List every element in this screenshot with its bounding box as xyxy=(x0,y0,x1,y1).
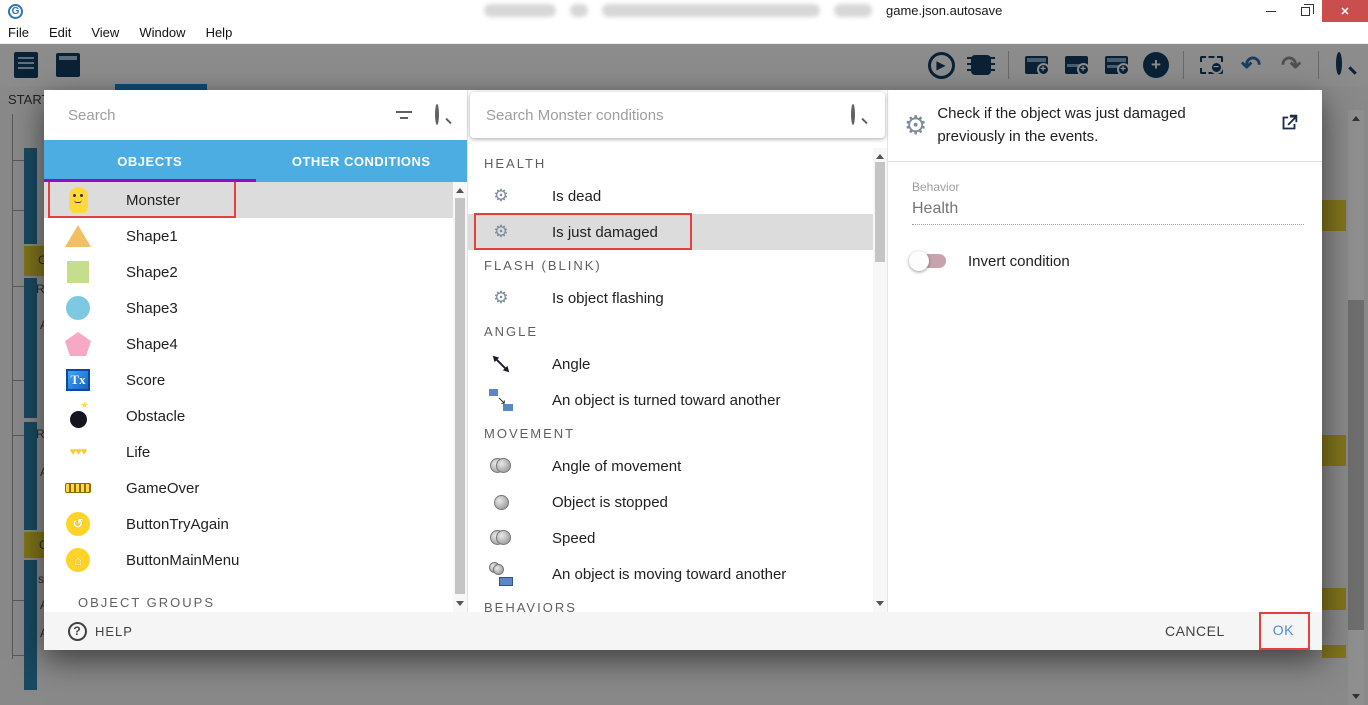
section-header-flash: FLASH (BLINK) xyxy=(484,257,602,273)
section-header-behaviors: BEHAVIORS xyxy=(484,599,577,613)
section-header-health: HEALTH xyxy=(484,155,547,171)
invert-condition-toggle[interactable] xyxy=(909,251,946,271)
list-item-buttontryagain[interactable]: ButtonTryAgain xyxy=(44,506,467,542)
list-item-shape1[interactable]: Shape1 xyxy=(44,218,467,254)
list-item-shape2[interactable]: Shape2 xyxy=(44,254,467,290)
condition-angle-of-movement[interactable]: Angle of movement xyxy=(468,448,887,484)
search-icon[interactable] xyxy=(435,104,453,125)
condition-angle[interactable]: Angle xyxy=(468,346,887,382)
gear-icon xyxy=(486,288,516,308)
redacted-path-blob xyxy=(834,4,872,17)
list-item-shape3[interactable]: Shape3 xyxy=(44,290,467,326)
question-mark-icon: ? xyxy=(68,621,87,641)
double-circles-icon xyxy=(486,530,516,546)
behavior-field-label: Behavior xyxy=(912,179,960,194)
square-sprite-icon xyxy=(64,258,92,286)
gear-icon xyxy=(486,222,516,242)
close-button[interactable]: ✕ xyxy=(1322,0,1368,22)
object-groups-header: OBJECT GROUPS xyxy=(78,595,216,610)
section-header-angle: ANGLE xyxy=(484,323,539,339)
objects-search-input[interactable] xyxy=(68,106,395,124)
monster-sprite-icon xyxy=(64,186,92,214)
menu-bar: File Edit View Window Help xyxy=(0,22,1368,44)
objects-scrollbar[interactable] xyxy=(453,182,467,612)
redacted-path-blob xyxy=(602,4,820,17)
conditions-scrollbar[interactable] xyxy=(873,148,887,612)
circle-toward-square-icon xyxy=(486,562,516,586)
list-item-gameover[interactable]: GameOver xyxy=(44,470,467,506)
search-icon[interactable] xyxy=(851,104,869,125)
triangle-sprite-icon xyxy=(64,222,92,250)
title-bar: G game.json.autosave ✕ xyxy=(0,0,1368,22)
menu-help[interactable]: Help xyxy=(196,25,243,40)
circle-sprite-icon xyxy=(64,294,92,322)
dialog-footer: ? HELP CANCEL OK xyxy=(44,612,1322,650)
home-button-icon xyxy=(64,546,92,574)
window-title: game.json.autosave xyxy=(484,3,1002,18)
section-header-movement: MOVEMENT xyxy=(484,425,576,441)
conditions-search-input[interactable] xyxy=(486,106,851,124)
list-item-monster[interactable]: Monster xyxy=(44,182,467,218)
list-item-life[interactable]: Life xyxy=(44,434,467,470)
conditions-list: HEALTH Is dead Is just damaged FLASH (BL… xyxy=(468,148,887,612)
gdevelop-logo-icon: G xyxy=(8,3,23,19)
condition-speed[interactable]: Speed xyxy=(468,520,887,556)
redacted-path-blob xyxy=(570,4,588,17)
window-title-text: game.json.autosave xyxy=(886,3,1003,18)
minimize-button[interactable] xyxy=(1254,0,1288,22)
condition-is-object-flashing[interactable]: Is object flashing xyxy=(468,280,887,316)
behavior-field-value[interactable]: Health xyxy=(912,200,1304,225)
retry-button-icon xyxy=(64,510,92,538)
choose-condition-dialog: OBJECTS OTHER CONDITIONS Monster Shape1 xyxy=(44,90,1322,650)
conditions-panel: HEALTH Is dead Is just damaged FLASH (BL… xyxy=(468,90,888,612)
text-object-icon xyxy=(64,366,92,394)
tab-objects[interactable]: OBJECTS xyxy=(44,140,256,182)
list-item-score[interactable]: Score xyxy=(44,362,467,398)
condition-turned-toward[interactable]: An object is turned toward another xyxy=(468,382,887,418)
single-circle-icon xyxy=(486,494,516,510)
invert-condition-label: Invert condition xyxy=(968,252,1070,270)
objects-list: Monster Shape1 Shape2 Shape3 Shape4 Tx S… xyxy=(44,182,467,612)
open-help-external-icon[interactable] xyxy=(1278,112,1300,134)
gear-icon xyxy=(904,110,927,141)
condition-details-panel: Check if the object was just damaged pre… xyxy=(888,90,1322,612)
menu-window[interactable]: Window xyxy=(129,25,195,40)
menu-file[interactable]: File xyxy=(0,25,39,40)
condition-moving-toward[interactable]: An object is moving toward another xyxy=(468,556,887,592)
double-circles-icon xyxy=(486,458,516,474)
divider xyxy=(888,160,1322,162)
pentagon-sprite-icon xyxy=(64,330,92,358)
filter-icon[interactable] xyxy=(395,111,413,119)
objects-panel: OBJECTS OTHER CONDITIONS Monster Shape1 xyxy=(44,90,468,612)
panel-tabs: OBJECTS OTHER CONDITIONS xyxy=(44,140,467,182)
condition-is-dead[interactable]: Is dead xyxy=(468,178,887,214)
objects-scrollbar-thumb[interactable] xyxy=(455,198,465,594)
tab-other-conditions[interactable]: OTHER CONDITIONS xyxy=(256,140,468,182)
hearts-sprite-icon xyxy=(64,438,92,466)
menu-view[interactable]: View xyxy=(81,25,129,40)
squares-arrow-icon xyxy=(486,389,516,411)
condition-description: Check if the object was just damaged pre… xyxy=(937,105,1186,146)
bomb-sprite-icon xyxy=(64,400,92,430)
menu-edit[interactable]: Edit xyxy=(39,25,81,40)
help-button[interactable]: ? HELP xyxy=(68,621,133,641)
condition-object-is-stopped[interactable]: Object is stopped xyxy=(468,484,887,520)
condition-is-just-damaged[interactable]: Is just damaged xyxy=(468,213,887,250)
list-item-obstacle[interactable]: Obstacle xyxy=(44,398,467,434)
cancel-button[interactable]: CANCEL xyxy=(1157,615,1233,647)
list-item-buttonmainmenu[interactable]: ButtonMainMenu xyxy=(44,542,467,578)
diagonal-arrows-icon xyxy=(486,353,516,375)
ok-button[interactable]: OK xyxy=(1273,622,1294,638)
conditions-scrollbar-thumb[interactable] xyxy=(875,162,885,262)
list-item-shape4[interactable]: Shape4 xyxy=(44,326,467,362)
gameover-sprite-icon xyxy=(64,474,92,502)
redacted-path-blob xyxy=(484,4,556,17)
objects-search-bar xyxy=(44,90,467,140)
restore-button[interactable] xyxy=(1288,0,1322,22)
gear-icon xyxy=(486,186,516,206)
conditions-search-bar xyxy=(470,92,885,138)
